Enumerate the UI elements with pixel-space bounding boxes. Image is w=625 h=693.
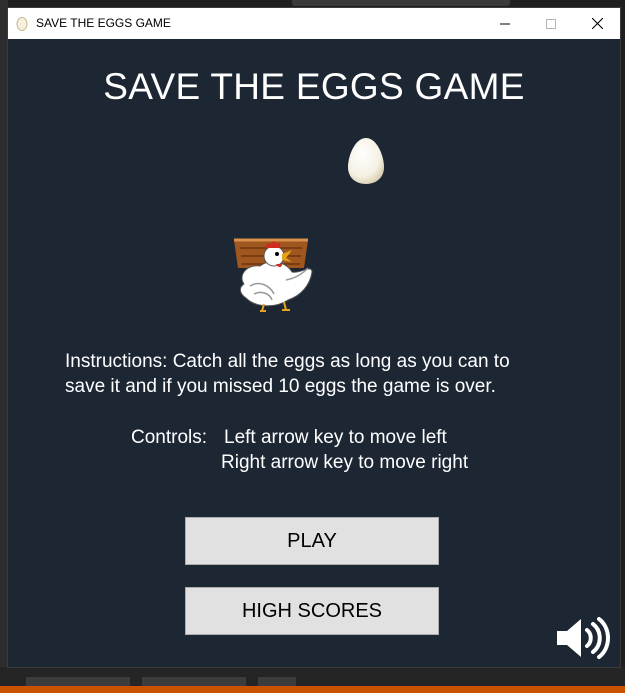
background-top-strip [0, 0, 625, 8]
title-bar[interactable]: SAVE THE EGGS GAME [8, 8, 620, 39]
instructions-text: Instructions: Catch all the eggs as long… [65, 351, 510, 397]
controls-label: Controls: [131, 427, 208, 448]
controls-left-text: Left arrow key to move left [224, 427, 447, 448]
play-button[interactable]: PLAY [185, 517, 439, 565]
background-tab [292, 0, 510, 6]
background-right-strip [620, 0, 625, 693]
minimize-icon [500, 23, 510, 24]
high-scores-button[interactable]: HIGH SCORES [185, 587, 439, 635]
status-bar [0, 686, 625, 693]
speaker-volume-icon[interactable] [553, 615, 613, 661]
close-button[interactable] [574, 8, 620, 39]
controls-right-text: Right arrow key to move right [221, 452, 469, 473]
falling-egg-icon [348, 138, 384, 184]
window-title: SAVE THE EGGS GAME [36, 16, 171, 30]
game-title: SAVE THE EGGS GAME [103, 66, 525, 107]
maximize-icon [546, 18, 556, 29]
hen-with-basket-image [234, 238, 313, 312]
game-window: SAVE THE EGGS GAME SAVE THE EGGS GAME In… [8, 8, 620, 667]
maximize-button[interactable] [528, 8, 574, 39]
close-icon [591, 18, 603, 29]
background-bottom-strip [0, 667, 625, 687]
egg-icon [16, 17, 28, 31]
minimize-button[interactable] [482, 8, 528, 39]
background-left-strip [0, 0, 8, 693]
